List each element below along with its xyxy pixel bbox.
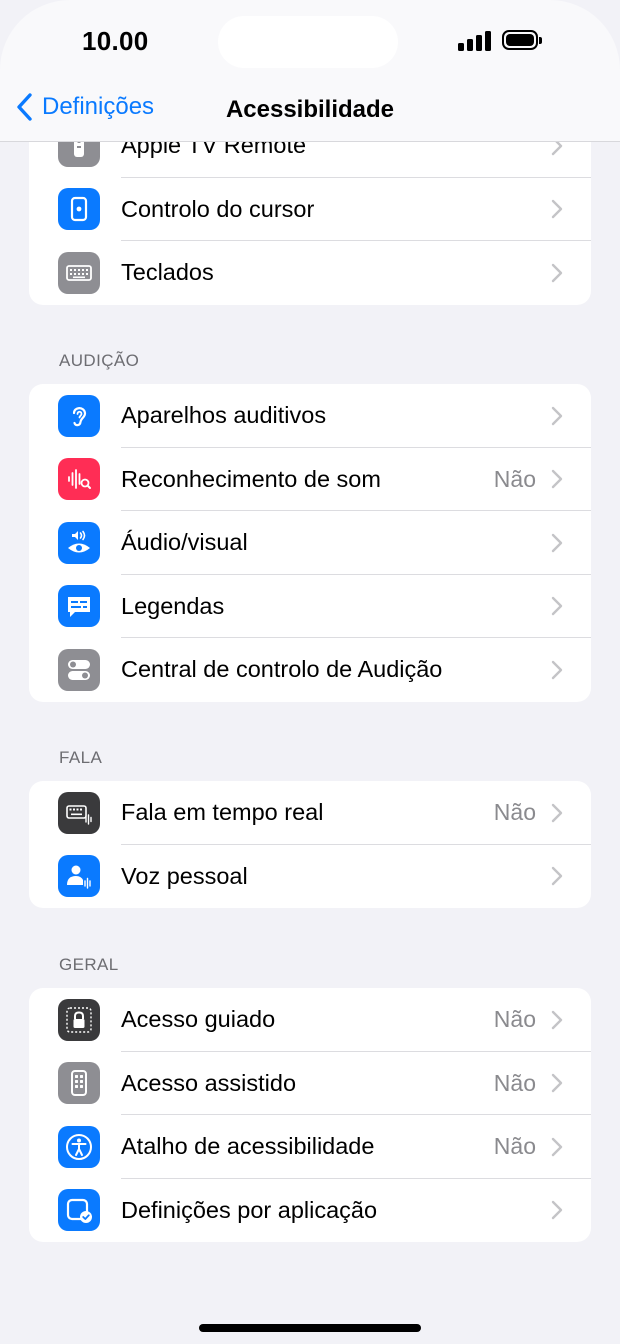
device-screen: 10.00 Definições Acessibilidade Apple TV… <box>0 0 620 1344</box>
chevron-right-icon <box>551 200 563 219</box>
row-live-speech[interactable]: Fala em tempo real Não <box>29 781 591 845</box>
cellular-signal-icon <box>458 31 492 51</box>
chevron-right-icon <box>551 470 563 489</box>
chevron-right-icon <box>551 141 563 155</box>
chevron-right-icon <box>551 1010 563 1029</box>
tv-remote-icon <box>58 141 100 167</box>
row-label: Reconhecimento de som <box>121 465 381 492</box>
toggles-icon <box>58 648 100 691</box>
chevron-right-icon <box>551 533 563 552</box>
row-subtitles[interactable]: Legendas <box>29 575 591 638</box>
lock-icon <box>58 998 100 1041</box>
live-speech-icon <box>58 791 100 834</box>
row-label: Atalho de acessibilidade <box>121 1133 375 1160</box>
row-value: Não <box>493 1006 536 1033</box>
row-value: Não <box>493 1133 536 1160</box>
keyboard-icon <box>58 251 100 294</box>
row-label: Teclados <box>121 259 214 286</box>
row-guided-access[interactable]: Acesso guiado Não <box>29 988 591 1052</box>
status-bar: 10.00 <box>0 0 620 84</box>
home-indicator[interactable] <box>199 1324 421 1332</box>
row-value: Não <box>493 1069 536 1096</box>
group-speech: Fala em tempo real Não Voz pessoal <box>29 781 591 908</box>
chevron-right-icon <box>551 867 563 886</box>
assistive-access-icon <box>58 1062 100 1105</box>
row-label: Aparelhos auditivos <box>121 402 327 429</box>
status-time: 10.00 <box>82 26 149 56</box>
sound-recognition-icon <box>58 458 100 501</box>
row-accessibility-shortcut[interactable]: Atalho de acessibilidade Não <box>29 1115 591 1179</box>
row-audio-visual[interactable]: Áudio/visual <box>29 511 591 575</box>
cursor-control-icon <box>58 188 100 231</box>
row-label: Definições por aplicação <box>121 1196 378 1223</box>
group-general: Acesso guiado Não Acesso assistido Não A… <box>29 988 591 1242</box>
row-label: Controlo do cursor <box>121 195 315 222</box>
per-app-settings-icon <box>58 1189 100 1232</box>
chevron-right-icon <box>551 660 563 679</box>
row-hearing-control-center[interactable]: Central de controlo de Audição <box>29 638 591 702</box>
row-value: Não <box>493 465 536 492</box>
chevron-right-icon <box>551 1074 563 1093</box>
group-interaction: Apple TV Remote Controlo do cursor Tecla… <box>29 141 591 305</box>
dynamic-island <box>218 16 398 68</box>
chevron-right-icon <box>551 1201 563 1220</box>
chevron-right-icon <box>551 1137 563 1156</box>
row-label: Acesso assistido <box>121 1069 297 1096</box>
row-label: Apple TV Remote <box>121 141 307 159</box>
ear-icon <box>58 394 100 437</box>
row-label: Fala em tempo real <box>121 799 324 826</box>
section-header-general: GERAL <box>59 955 119 974</box>
row-sound-recognition[interactable]: Reconhecimento de som Não <box>29 448 591 511</box>
personal-voice-icon <box>58 855 100 898</box>
section-header-hearing: AUDIÇÃO <box>59 351 140 370</box>
row-assistive-access[interactable]: Acesso assistido Não <box>29 1052 591 1115</box>
row-cursor-control[interactable]: Controlo do cursor <box>29 178 591 241</box>
accessibility-icon <box>58 1125 100 1168</box>
subtitles-icon <box>58 585 100 628</box>
chevron-right-icon <box>551 597 563 616</box>
row-label: Legendas <box>121 592 225 619</box>
audio-visual-icon <box>58 521 100 564</box>
row-hearing-devices[interactable]: Aparelhos auditivos <box>29 384 591 448</box>
group-hearing: Aparelhos auditivos Reconhecimento de so… <box>29 384 591 702</box>
row-label: Acesso guiado <box>121 1006 276 1033</box>
row-per-app-settings[interactable]: Definições por aplicação <box>29 1179 591 1243</box>
battery-icon <box>502 30 542 50</box>
row-label: Voz pessoal <box>121 862 248 889</box>
navigation-bar: Definições Acessibilidade <box>0 84 620 142</box>
row-label: Áudio/visual <box>121 529 248 556</box>
section-header-speech: FALA <box>59 748 103 767</box>
page-title: Acessibilidade <box>225 96 395 123</box>
row-label: Central de controlo de Audição <box>121 656 443 683</box>
chevron-right-icon <box>551 803 563 822</box>
row-apple-tv-remote[interactable]: Apple TV Remote <box>29 141 591 178</box>
row-keyboards[interactable]: Teclados <box>29 241 591 305</box>
row-personal-voice[interactable]: Voz pessoal <box>29 845 591 909</box>
chevron-right-icon <box>551 406 563 425</box>
settings-list[interactable]: Apple TV Remote Controlo do cursor Tecla… <box>0 141 620 1344</box>
row-value: Não <box>493 799 536 826</box>
chevron-right-icon <box>551 263 563 282</box>
